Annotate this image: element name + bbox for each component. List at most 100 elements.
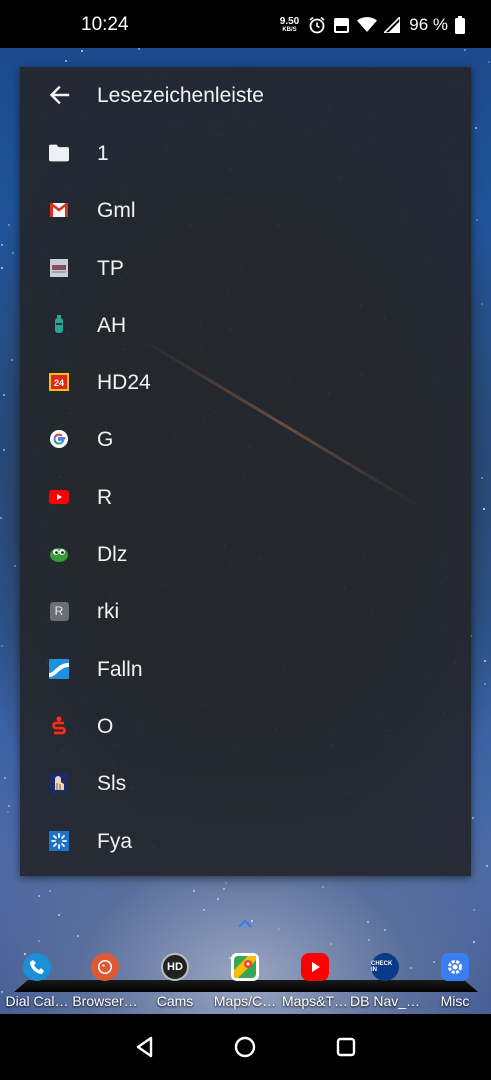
star-decoration (203, 909, 205, 911)
star-decoration (472, 817, 474, 819)
dock-app-label: Maps/C… (213, 993, 277, 1009)
panel-header: Lesezeichenleiste (20, 67, 471, 125)
db-navigator-icon: CHECK IN (371, 953, 399, 981)
star-decoration (12, 252, 14, 254)
chevron-up-icon[interactable] (236, 918, 254, 930)
sparkasse-icon (49, 716, 69, 736)
ah-site-icon (49, 314, 69, 335)
bookmark-label: Gml (97, 199, 136, 223)
star-decoration (38, 895, 40, 897)
cell-signal-icon (384, 17, 401, 33)
battery-percent: 96 % (409, 15, 448, 34)
star-decoration (3, 394, 5, 396)
bookmarks-panel: Lesezeichenleiste 1 Gml TP AH 24 HD24 G … (20, 67, 471, 876)
bookmark-rki[interactable]: R rki (20, 582, 471, 639)
camera-hd-icon: HD (161, 953, 189, 981)
star-decoration (384, 929, 386, 931)
bookmark-hd24[interactable]: 24 HD24 (20, 353, 471, 410)
falln-site-icon (49, 658, 69, 679)
panel-title: Lesezeichenleiste (97, 84, 264, 107)
star-decoration (367, 921, 369, 923)
volte-icon (334, 17, 350, 33)
bookmark-gml[interactable]: Gml (20, 181, 471, 238)
folder-icon (49, 143, 69, 163)
dock-app-maps-and-t[interactable]: Maps&T… (280, 948, 350, 1014)
bookmark-g[interactable]: G (20, 410, 471, 467)
bookmark-o[interactable]: O (20, 697, 471, 754)
nav-home-icon[interactable] (232, 1034, 258, 1060)
bookmark-tp[interactable]: TP (20, 239, 471, 296)
bookmark-label: 1 (97, 142, 109, 165)
dock-app-db-nav[interactable]: CHECK IN DB Nav_… (350, 948, 420, 1014)
dock-app-label: Browser… (72, 993, 138, 1009)
navigation-bar (0, 1014, 491, 1080)
star-decoration (330, 943, 332, 945)
duckduckgo-icon (91, 953, 119, 981)
star-decoration (14, 565, 16, 567)
star-decoration (483, 508, 485, 510)
star-decoration (81, 50, 83, 52)
nav-recents-icon[interactable] (333, 1034, 359, 1060)
star-decoration (38, 940, 40, 942)
dock-app-browser[interactable]: Browser… (70, 948, 140, 1014)
youtube-icon (49, 487, 69, 507)
nav-back-icon[interactable] (132, 1034, 158, 1060)
alarm-icon (309, 16, 325, 34)
star-decoration (464, 49, 466, 51)
star-decoration (8, 224, 10, 226)
rki-letter-icon: R (49, 601, 69, 621)
star-decoration (473, 909, 475, 911)
dock-app-misc[interactable]: Misc (420, 948, 490, 1014)
dock-app-label: Cams (156, 993, 194, 1009)
back-arrow-icon[interactable] (47, 83, 71, 107)
status-time: 10:24 (81, 14, 129, 35)
google-maps-icon (231, 953, 259, 981)
bookmark-label: Dlz (97, 543, 128, 567)
star-decoration (138, 48, 140, 50)
settings-icon (441, 953, 469, 981)
bookmark-label: rki (97, 600, 120, 624)
gmail-icon (49, 200, 69, 220)
star-decoration (65, 60, 67, 62)
bookmark-r[interactable]: R (20, 468, 471, 525)
star-decoration (11, 359, 13, 361)
star-decoration (484, 660, 486, 662)
star-decoration (49, 890, 51, 892)
dock-app-maps[interactable]: Maps/C… (210, 948, 280, 1014)
star-decoration (1, 645, 3, 647)
bookmark-sls[interactable]: Sls (20, 754, 471, 811)
db-navigator-glyph: CHECK IN (371, 961, 393, 973)
star-decoration (3, 449, 5, 451)
star-decoration (481, 477, 483, 479)
dock-app-cams[interactable]: HD Cams (140, 948, 210, 1014)
network-speed-value: 9.50 (279, 16, 300, 27)
battery-icon (455, 16, 465, 34)
bookmark-label: R (97, 485, 113, 509)
star-decoration (0, 517, 2, 519)
star-decoration (488, 61, 490, 63)
star-decoration (225, 882, 227, 884)
tp-site-icon (49, 258, 69, 278)
phone-icon (23, 953, 51, 981)
bookmark-falln[interactable]: Falln (20, 640, 471, 697)
star-decoration (473, 941, 475, 943)
star-decoration (481, 303, 483, 305)
bookmark-list: 1 Gml TP AH 24 HD24 G R Dlz R rki Falln … (20, 124, 471, 869)
home-dock: Dial Cal… Browser… HD Cams Maps/C… Maps&… (0, 948, 491, 1014)
google-icon (49, 429, 69, 449)
bookmark-dlz[interactable]: Dlz (20, 525, 471, 582)
bookmark-fya[interactable]: Fya (20, 812, 471, 869)
star-decoration (58, 914, 60, 916)
bookmark-ah[interactable]: AH (20, 296, 471, 353)
star-decoration (8, 805, 10, 807)
bookmark-label: TP (97, 256, 124, 280)
youtube-icon (301, 953, 329, 981)
status-icons: 9.50 KB/S 96 % (280, 13, 465, 37)
star-decoration (475, 127, 477, 129)
dlz-site-icon (49, 544, 69, 564)
star-decoration (278, 928, 280, 930)
dock-app-dial-cal[interactable]: Dial Cal… (2, 948, 72, 1014)
star-decoration (193, 890, 195, 892)
bookmark-label: G (97, 428, 114, 452)
bookmark-folder-1[interactable]: 1 (20, 124, 471, 181)
